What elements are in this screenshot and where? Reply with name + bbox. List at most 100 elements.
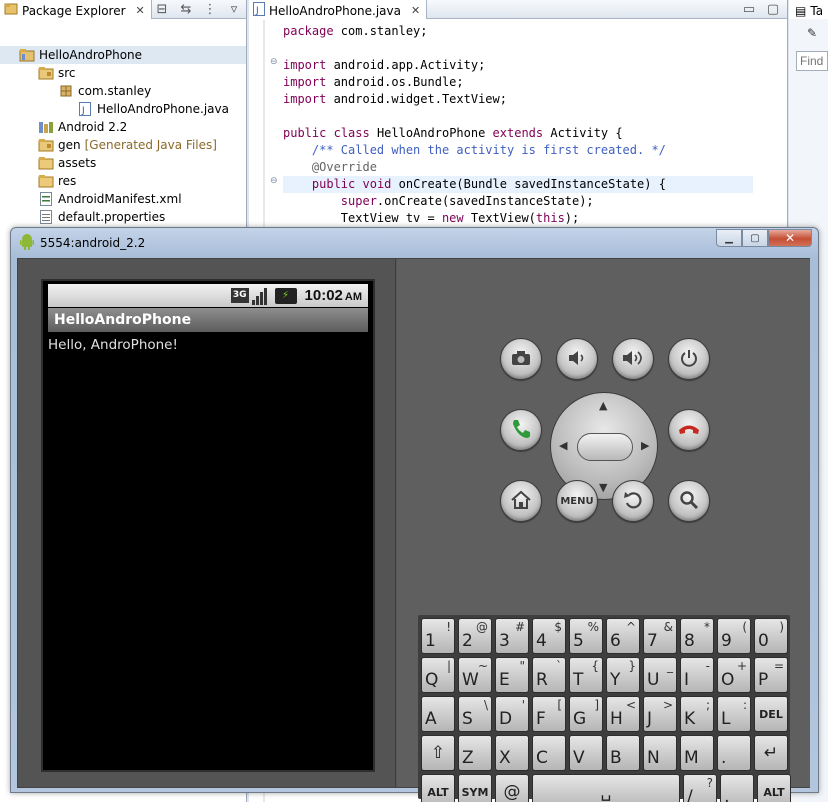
key-a[interactable]: A bbox=[421, 696, 455, 732]
key-f[interactable]: F[ bbox=[532, 696, 566, 732]
key-/[interactable]: /? bbox=[683, 774, 717, 802]
key-i[interactable]: I- bbox=[680, 657, 714, 693]
key-b[interactable]: B bbox=[606, 735, 640, 771]
key-enter[interactable]: ↵ bbox=[754, 735, 788, 771]
maximize-icon[interactable]: ▢ bbox=[765, 1, 781, 17]
key-4[interactable]: 4 $ bbox=[532, 618, 566, 654]
key-y[interactable]: Y} bbox=[606, 657, 640, 693]
view-menu-icon[interactable]: ⋮ bbox=[202, 1, 218, 17]
key-g[interactable]: G] bbox=[569, 696, 603, 732]
collapse-all-icon[interactable]: ⊟ bbox=[154, 1, 170, 17]
maximize-button[interactable]: ▢ bbox=[742, 229, 768, 247]
tree-item[interactable]: src bbox=[0, 64, 246, 82]
tree-item[interactable]: HelloAndroPhone bbox=[0, 46, 246, 64]
key-d[interactable]: D ' bbox=[495, 696, 529, 732]
dpad-center-button[interactable] bbox=[577, 433, 633, 461]
back-button[interactable] bbox=[612, 480, 654, 522]
power-button[interactable] bbox=[668, 338, 710, 380]
key-t[interactable]: T{ bbox=[569, 657, 603, 693]
key-e[interactable]: E " bbox=[495, 657, 529, 693]
tree-item[interactable]: J HelloAndroPhone.java bbox=[0, 100, 246, 118]
minimize-icon[interactable]: ▭ bbox=[741, 1, 757, 17]
tree-item[interactable]: default.properties bbox=[0, 208, 246, 226]
package-explorer-icon bbox=[4, 2, 18, 19]
find-input[interactable] bbox=[796, 51, 828, 71]
key-alt-label: ! bbox=[446, 620, 451, 634]
key-alt[interactable]: ALT bbox=[421, 774, 455, 802]
tree-item[interactable]: Android 2.2 bbox=[0, 118, 246, 136]
key-8[interactable]: 8 * bbox=[680, 618, 714, 654]
key-p[interactable]: P = bbox=[754, 657, 788, 693]
chevron-down-icon[interactable]: ▿ bbox=[226, 1, 242, 17]
key-alt-label: * bbox=[704, 620, 710, 634]
camera-button[interactable] bbox=[500, 338, 542, 380]
close-icon[interactable]: ✕ bbox=[411, 4, 420, 17]
tab-task-list[interactable]: ▤ Ta bbox=[789, 0, 828, 19]
key-r[interactable]: R ` bbox=[532, 657, 566, 693]
tab-hello-andro-phone-java[interactable]: J HelloAndroPhone.java ✕ bbox=[249, 0, 428, 19]
key-k[interactable]: K; bbox=[680, 696, 714, 732]
fold-marker-icon[interactable]: ⊖ bbox=[270, 57, 278, 67]
dpad-up-icon[interactable]: ▲ bbox=[599, 399, 607, 412]
key-alt[interactable]: ALT bbox=[757, 774, 791, 802]
home-button[interactable] bbox=[500, 480, 542, 522]
minimize-button[interactable]: ▁ bbox=[716, 229, 742, 247]
code-area[interactable]: package com.stanley; import android.app.… bbox=[283, 23, 753, 227]
key-q[interactable]: Q | bbox=[421, 657, 455, 693]
key-s[interactable]: S \ bbox=[458, 696, 492, 732]
key-label: V bbox=[573, 748, 585, 768]
key-label: R bbox=[536, 670, 548, 690]
key-@[interactable]: @ bbox=[495, 774, 529, 802]
link-with-editor-icon[interactable]: ⇆ bbox=[178, 1, 194, 17]
key-x[interactable]: X bbox=[495, 735, 529, 771]
volume-up-button[interactable] bbox=[612, 338, 654, 380]
volume-down-button[interactable] bbox=[556, 338, 598, 380]
key-sym[interactable]: SYM bbox=[458, 774, 492, 802]
key-,[interactable]: , bbox=[720, 774, 754, 802]
key-c[interactable]: C bbox=[532, 735, 566, 771]
key-l[interactable]: L: bbox=[717, 696, 751, 732]
key-5[interactable]: 5% bbox=[569, 618, 603, 654]
fold-marker-icon[interactable]: ⊖ bbox=[270, 176, 278, 186]
close-icon[interactable]: ✕ bbox=[136, 4, 145, 17]
call-button[interactable] bbox=[500, 409, 542, 451]
key-n[interactable]: N bbox=[643, 735, 677, 771]
key-o[interactable]: O + bbox=[717, 657, 751, 693]
dpad-right-icon[interactable]: ▶ bbox=[641, 439, 649, 452]
key-alt-label: ) bbox=[779, 620, 784, 634]
key-alt-label: & bbox=[663, 620, 673, 634]
search-button[interactable] bbox=[668, 480, 710, 522]
key-0[interactable]: 0) bbox=[754, 618, 788, 654]
key-shift[interactable]: ⇧ bbox=[421, 735, 455, 771]
key-u[interactable]: U _ bbox=[643, 657, 677, 693]
key-2[interactable]: 2 @ bbox=[458, 618, 492, 654]
key-del[interactable]: DEL bbox=[754, 696, 788, 732]
dpad-down-icon[interactable]: ▼ bbox=[599, 481, 607, 494]
tree-item[interactable]: AndroidManifest.xml bbox=[0, 190, 246, 208]
phone-screen[interactable]: 3G ⚡ 10:02 AM HelloAndroPhone Hello, Andr… bbox=[41, 279, 375, 772]
key-j[interactable]: J > bbox=[643, 696, 677, 732]
key-7[interactable]: 7 & bbox=[643, 618, 677, 654]
key-.[interactable]: . bbox=[717, 735, 751, 771]
key-m[interactable]: M bbox=[680, 735, 714, 771]
key-space[interactable]: ␣ bbox=[532, 774, 680, 802]
key-h[interactable]: H < bbox=[606, 696, 640, 732]
key-z[interactable]: Z bbox=[458, 735, 492, 771]
key-6[interactable]: 6 ^ bbox=[606, 618, 640, 654]
key-9[interactable]: 9( bbox=[717, 618, 751, 654]
close-button[interactable]: ✕ bbox=[768, 229, 812, 247]
tree-item[interactable]: com.stanley bbox=[0, 82, 246, 100]
menu-button[interactable]: MENU bbox=[556, 480, 598, 522]
tree-item[interactable]: gen [Generated Java Files] bbox=[0, 136, 246, 154]
dpad-left-icon[interactable]: ◀ bbox=[559, 439, 567, 452]
end-call-button[interactable] bbox=[668, 409, 710, 451]
tree-item[interactable]: res bbox=[0, 172, 246, 190]
key-3[interactable]: 3 # bbox=[495, 618, 529, 654]
tree-item[interactable]: assets bbox=[0, 154, 246, 172]
new-task-icon[interactable]: ✎ bbox=[807, 26, 817, 40]
key-1[interactable]: 1! bbox=[421, 618, 455, 654]
key-v[interactable]: V bbox=[569, 735, 603, 771]
tab-package-explorer[interactable]: Package Explorer ✕ bbox=[0, 0, 152, 19]
key-w[interactable]: W ~ bbox=[458, 657, 492, 693]
